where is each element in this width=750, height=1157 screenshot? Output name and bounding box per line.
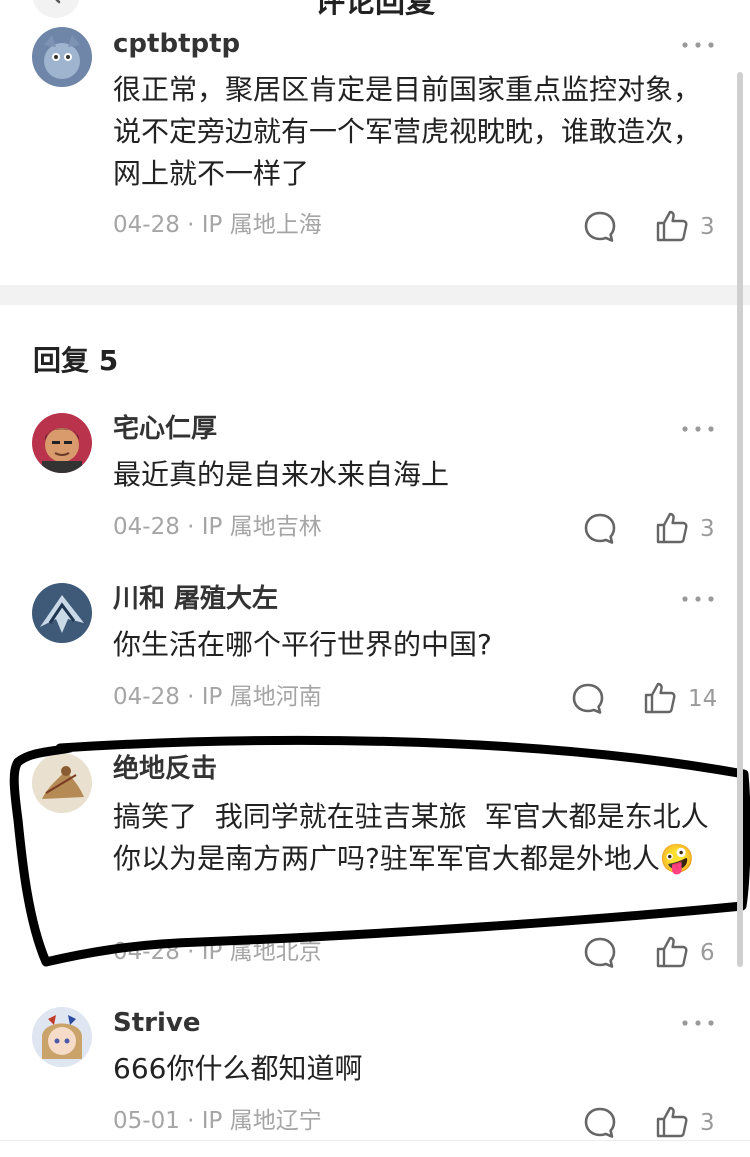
like-icon[interactable] <box>654 510 690 546</box>
avatar-image <box>32 583 92 643</box>
replies-heading: 回复 5 <box>33 344 119 377</box>
like-count: 3 <box>700 516 715 542</box>
avatar[interactable] <box>32 583 92 643</box>
avatar-image <box>32 413 92 473</box>
like-count: 14 <box>688 686 718 712</box>
comment-content: 666你什么都知道啊 <box>113 1052 363 1085</box>
avatar[interactable] <box>32 413 92 473</box>
reply-icon[interactable] <box>571 682 605 716</box>
comment-meta: 05-01 · IP 属地辽宁 <box>113 1108 322 1134</box>
like-icon[interactable] <box>654 208 690 244</box>
more-icon[interactable] <box>680 589 716 609</box>
like-count: 3 <box>700 214 715 240</box>
comment-meta: 04-28 · IP 属地吉林 <box>113 514 322 540</box>
page-title: 评论回复 <box>315 0 435 20</box>
comment-content: 你生活在哪个平行世界的中国? <box>113 628 492 661</box>
comment-text: 搞笑了 我同学就在驻吉某旅 军官大都是东北人 你以为是南方两广吗?驻军军官大都是… <box>113 800 727 875</box>
comment-content: 最近真的是自来水来自海上 <box>113 458 450 491</box>
reply-icon[interactable] <box>583 1106 617 1140</box>
avatar-image <box>32 27 92 87</box>
username[interactable]: 绝地反击 <box>113 753 217 785</box>
more-icon[interactable] <box>680 419 716 439</box>
avatar[interactable] <box>32 1007 92 1067</box>
more-icon[interactable] <box>680 35 716 55</box>
avatar[interactable] <box>32 753 92 813</box>
avatar-image <box>32 753 92 813</box>
username[interactable]: 宅心仁厚 <box>113 413 217 445</box>
scrollbar[interactable] <box>737 72 743 967</box>
comment-meta: 04-28 · IP 属地河南 <box>113 684 322 710</box>
avatar-image <box>32 1007 92 1067</box>
comment-content: 搞笑了 我同学就在驻吉某旅 军官大都是东北人 你以为是南方两广吗?驻军军官大都是… <box>113 796 713 880</box>
divider <box>0 1140 750 1141</box>
page-header: 评论回复 <box>0 0 750 20</box>
more-icon[interactable] <box>680 1013 716 1033</box>
reply-icon[interactable] <box>583 936 617 970</box>
like-count: 6 <box>700 940 715 966</box>
avatar[interactable] <box>32 27 92 87</box>
reply-icon[interactable] <box>583 210 617 244</box>
comment-meta: 04-28 · IP 属地上海 <box>113 212 322 238</box>
username[interactable]: Strive <box>113 1007 200 1039</box>
like-count: 3 <box>700 1110 715 1136</box>
reply-icon[interactable] <box>583 512 617 546</box>
like-icon[interactable] <box>642 680 678 716</box>
section-divider <box>0 285 750 305</box>
username[interactable]: cptbtptp <box>113 28 240 60</box>
like-icon[interactable] <box>654 934 690 970</box>
username[interactable]: 川和 屠殖大左 <box>113 583 278 615</box>
emoji-icon: 🤪 <box>659 842 695 875</box>
like-icon[interactable] <box>654 1104 690 1140</box>
comment-content: 很正常，聚居区肯定是目前国家重点监控对象，说不定旁边就有一个军营虎视眈眈，谁敢造… <box>113 73 702 190</box>
comment-meta: 04-28 · IP 属地北京 <box>113 939 322 965</box>
